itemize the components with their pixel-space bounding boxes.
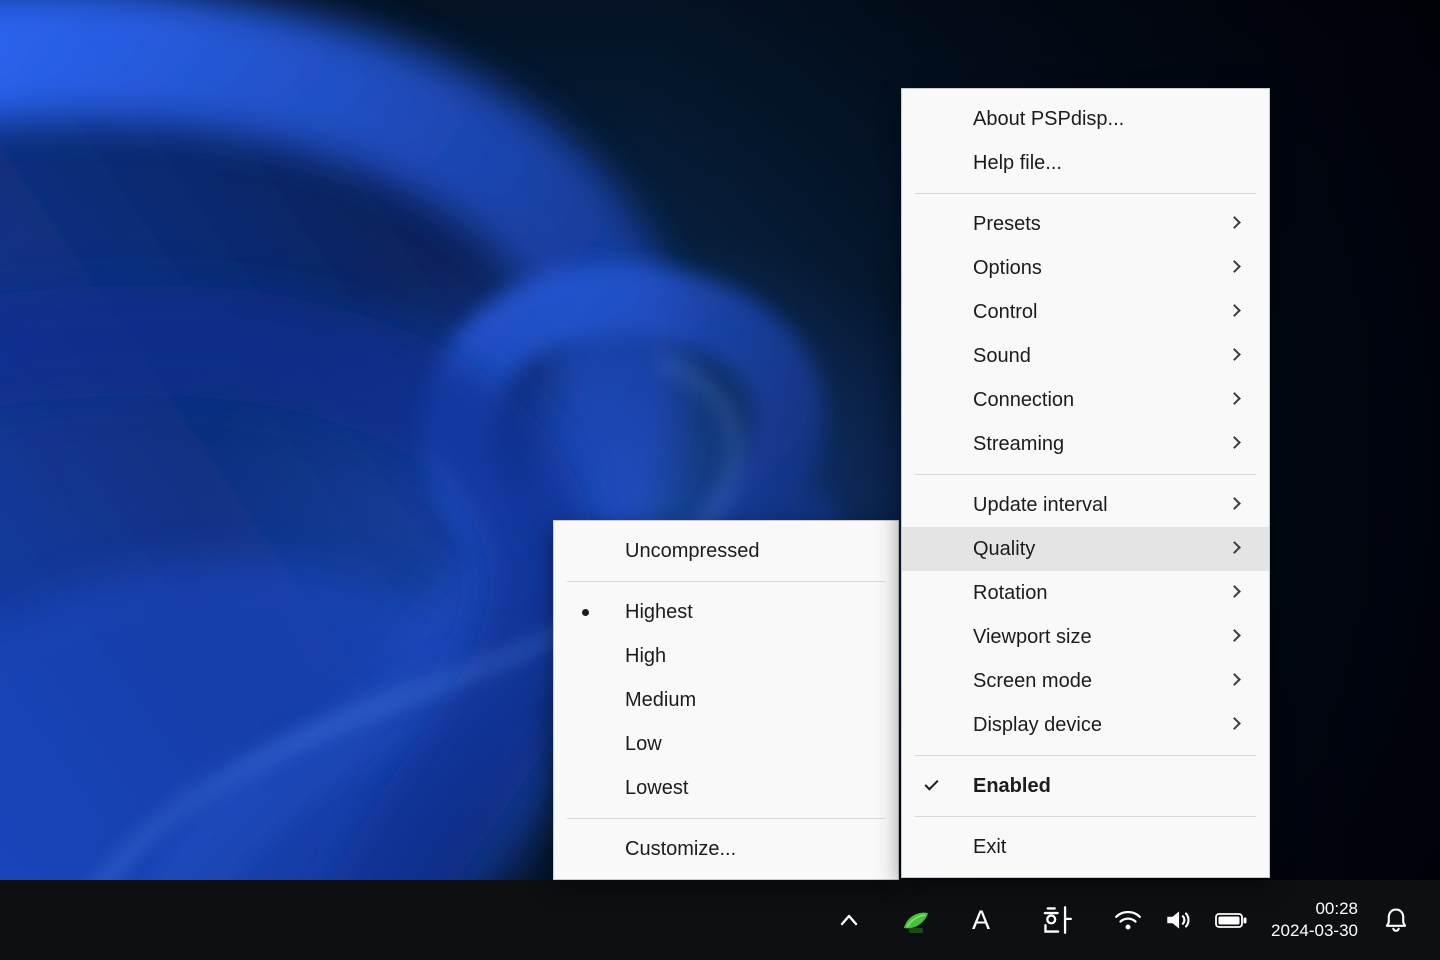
notification-bell-icon[interactable] (1376, 896, 1416, 944)
menu-separator (915, 193, 1256, 194)
tray-overflow-chevron-up-icon[interactable] (829, 896, 869, 944)
menu-item-label: Customize... (625, 837, 737, 860)
menu-item-label: Connection (973, 388, 1075, 411)
menu-item-label: Streaming (973, 432, 1065, 455)
menu-item-rotation[interactable]: Rotation (902, 571, 1269, 615)
chevron-right-icon (1228, 260, 1241, 273)
submenu-item-uncompressed[interactable]: Uncompressed (554, 529, 898, 573)
menu-separator (915, 755, 1256, 756)
menu-item-sound[interactable]: Sound (902, 334, 1269, 378)
menu-item-label: Viewport size (973, 625, 1092, 648)
menu-item-exit[interactable]: Exit (902, 825, 1269, 869)
menu-item-screen-mode[interactable]: Screen mode (902, 659, 1269, 703)
menu-item-label: Enabled (973, 774, 1051, 797)
menu-item-label: Low (625, 732, 662, 755)
submenu-item-low[interactable]: Low (554, 722, 898, 766)
menu-item-label: High (625, 644, 667, 667)
submenu-item-medium[interactable]: Medium (554, 678, 898, 722)
menu-item-label: Display device (973, 713, 1102, 736)
chevron-right-icon (1228, 673, 1241, 686)
menu-item-label: Sound (973, 344, 1031, 367)
menu-item-label: Update interval (973, 493, 1108, 516)
menu-item-label: Help file... (973, 151, 1062, 174)
menu-item-streaming[interactable]: Streaming (902, 422, 1269, 466)
selected-radio-dot-icon (582, 609, 589, 616)
menu-item-label: Medium (625, 688, 697, 711)
chevron-right-icon (1228, 629, 1241, 642)
menu-item-label: Presets (973, 212, 1041, 235)
submenu-item-lowest[interactable]: Lowest (554, 766, 898, 810)
menu-item-label: Rotation (973, 581, 1048, 604)
menu-item-about[interactable]: About PSPdisp... (902, 97, 1269, 141)
pspdisp-tray-icon[interactable] (895, 896, 935, 944)
menu-item-label: About PSPdisp... (973, 107, 1125, 130)
system-tray: A 00:28 2024-03-30 (829, 880, 1440, 960)
chevron-right-icon (1228, 216, 1241, 229)
chevron-right-icon (1228, 585, 1241, 598)
menu-separator (915, 474, 1256, 475)
menu-item-options[interactable]: Options (902, 246, 1269, 290)
menu-item-label: Exit (973, 835, 1007, 858)
taskbar-clock[interactable]: 00:28 2024-03-30 (1271, 898, 1358, 942)
menu-item-presets[interactable]: Presets (902, 202, 1269, 246)
menu-item-label: Lowest (625, 776, 689, 799)
menu-item-enabled[interactable]: Enabled (902, 764, 1269, 808)
pspdisp-tray-menu: About PSPdisp... Help file... Presets Op… (901, 88, 1270, 878)
clock-time: 00:28 (1315, 899, 1358, 918)
menu-item-display-device[interactable]: Display device (902, 703, 1269, 747)
submenu-item-customize[interactable]: Customize... (554, 827, 898, 871)
battery-icon[interactable] (1211, 896, 1251, 944)
taskbar: A 00:28 2024-03-30 (0, 880, 1440, 960)
chevron-right-icon (1228, 348, 1241, 361)
volume-icon[interactable] (1159, 896, 1197, 944)
menu-item-control[interactable]: Control (902, 290, 1269, 334)
submenu-item-high[interactable]: High (554, 634, 898, 678)
menu-item-label: Options (973, 256, 1042, 279)
menu-separator (915, 816, 1256, 817)
menu-separator (567, 581, 885, 582)
ime-korean-icon[interactable] (1035, 896, 1079, 944)
menu-item-label: Quality (973, 537, 1036, 560)
check-icon (924, 776, 939, 791)
chevron-right-icon (1228, 436, 1241, 449)
quality-submenu: Uncompressed Highest High Medium Low Low… (553, 520, 899, 880)
menu-item-label: Screen mode (973, 669, 1092, 692)
chevron-right-icon (1228, 304, 1241, 317)
menu-item-viewport-size[interactable]: Viewport size (902, 615, 1269, 659)
menu-item-update-interval[interactable]: Update interval (902, 483, 1269, 527)
menu-item-label: Highest (625, 600, 693, 623)
menu-item-connection[interactable]: Connection (902, 378, 1269, 422)
wifi-icon[interactable] (1111, 896, 1145, 944)
submenu-item-highest[interactable]: Highest (554, 590, 898, 634)
ime-latin-letter: A (972, 904, 991, 935)
chevron-right-icon (1228, 541, 1241, 554)
menu-item-label: Uncompressed (625, 539, 760, 562)
chevron-right-icon (1228, 717, 1241, 730)
clock-date: 2024-03-30 (1271, 921, 1358, 940)
menu-item-quality[interactable]: Quality (902, 527, 1269, 571)
ime-latin-icon[interactable]: A (961, 896, 1001, 944)
menu-item-help-file[interactable]: Help file... (902, 141, 1269, 185)
chevron-right-icon (1228, 392, 1241, 405)
menu-item-label: Control (973, 300, 1038, 323)
menu-separator (567, 818, 885, 819)
chevron-right-icon (1228, 497, 1241, 510)
